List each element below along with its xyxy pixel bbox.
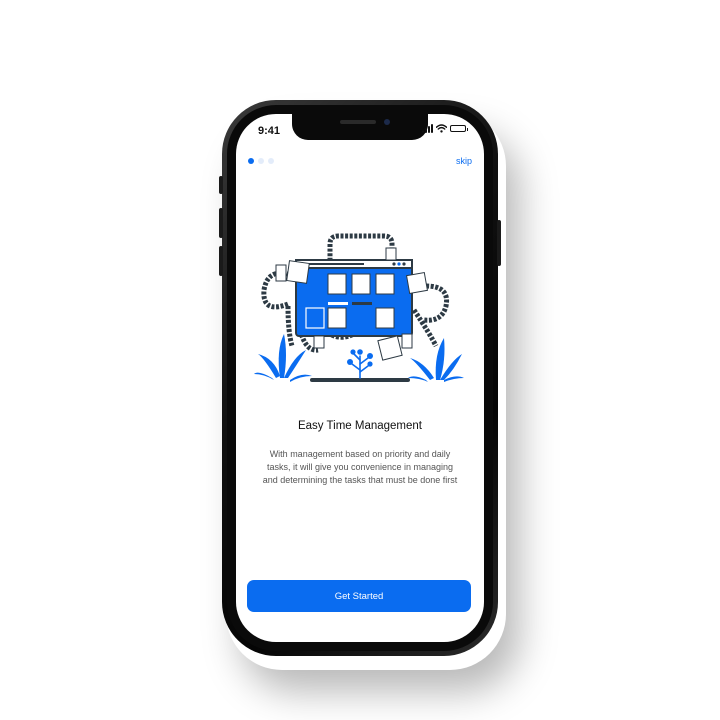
time-management-illustration xyxy=(254,233,464,382)
onboarding-description: With management based on priority and da… xyxy=(262,449,458,485)
signal-icon xyxy=(422,124,433,133)
page-dot-1[interactable] xyxy=(248,158,254,164)
silent-switch xyxy=(219,176,223,194)
volume-down-button xyxy=(219,246,223,276)
notch xyxy=(292,114,428,140)
page-indicator xyxy=(248,158,274,164)
phone-screen: 9:41 skip Easy Time Management With mana… xyxy=(236,114,484,642)
mockup-stage: 9:41 skip Easy Time Management With mana… xyxy=(0,0,720,720)
page-dot-2[interactable] xyxy=(258,158,264,164)
status-icons xyxy=(422,124,468,133)
front-camera xyxy=(384,119,390,125)
skip-link[interactable]: skip xyxy=(456,156,472,166)
power-button xyxy=(497,220,501,266)
battery-icon xyxy=(450,125,468,132)
speaker-grille xyxy=(340,120,376,124)
onboarding-title: Easy Time Management xyxy=(297,420,422,432)
page-dot-3[interactable] xyxy=(268,158,274,164)
wifi-icon xyxy=(436,124,447,133)
get-started-button[interactable]: Get Started xyxy=(247,580,471,612)
status-time: 9:41 xyxy=(258,125,281,137)
volume-up-button xyxy=(219,208,223,238)
